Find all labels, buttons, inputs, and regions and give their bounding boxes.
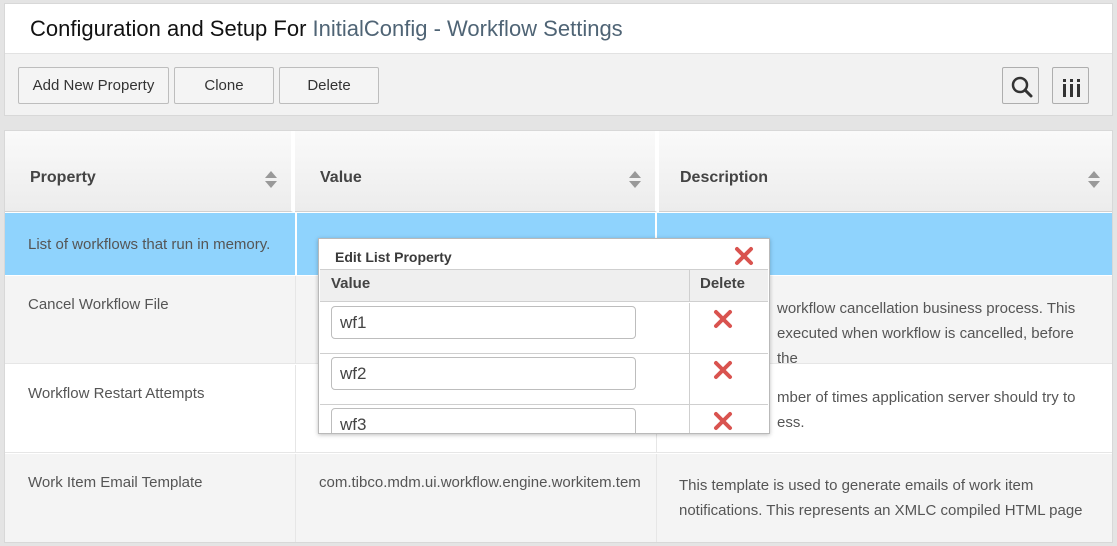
- page-title: Configuration and Setup For InitialConfi…: [30, 16, 623, 42]
- sort-icon[interactable]: [1088, 171, 1100, 188]
- sort-icon[interactable]: [629, 171, 641, 188]
- sort-icon[interactable]: [265, 171, 277, 188]
- column-header-label: Value: [320, 169, 362, 186]
- list-value-input[interactable]: [331, 306, 636, 339]
- title-bar: Configuration and Setup For InitialConfi…: [5, 4, 1112, 54]
- list-item: [320, 354, 768, 405]
- columns-icon: [1063, 79, 1080, 97]
- close-icon[interactable]: [734, 246, 754, 266]
- value-cell[interactable]: com.tibco.mdm.ui.workflow.engine.workite…: [295, 454, 657, 542]
- property-cell: Work Item Email Template: [28, 474, 203, 491]
- delete-icon[interactable]: [713, 360, 733, 380]
- list-value-cell: [320, 354, 690, 404]
- list-item: [320, 303, 768, 354]
- list-item: [320, 405, 768, 433]
- column-header-label: Property: [30, 169, 96, 186]
- property-cell: Workflow Restart Attempts: [28, 385, 205, 402]
- add-new-property-button[interactable]: Add New Property: [18, 67, 169, 104]
- search-icon: [1011, 76, 1033, 98]
- page-title-name: InitialConfig - Workflow Settings: [312, 16, 623, 41]
- value-column-header: Value: [320, 270, 690, 302]
- clone-button[interactable]: Clone: [174, 67, 274, 104]
- list-value-input[interactable]: [331, 357, 636, 390]
- header-panel: Configuration and Setup For InitialConfi…: [4, 3, 1113, 116]
- delete-column-header: Delete: [690, 270, 768, 302]
- column-header-value[interactable]: Value: [295, 131, 657, 212]
- dialog-title: Edit List Property: [335, 249, 452, 265]
- delete-icon[interactable]: [713, 411, 733, 431]
- list-value-cell: [320, 303, 690, 353]
- list-value-cell: [320, 405, 690, 433]
- column-header-label: Description: [680, 169, 769, 186]
- column-header-description[interactable]: Description: [659, 131, 1112, 212]
- edit-list-property-dialog: Edit List Property Value Delete: [318, 238, 770, 434]
- property-cell: Cancel Workflow File: [28, 296, 169, 313]
- columns-button[interactable]: [1052, 67, 1089, 104]
- list-values-table: Value Delete: [320, 269, 768, 433]
- list-value-input[interactable]: [331, 408, 636, 433]
- delete-icon[interactable]: [713, 309, 733, 329]
- search-button[interactable]: [1002, 67, 1039, 104]
- description-cell: This template is used to generate emails…: [679, 477, 1083, 519]
- property-cell: List of workflows that run in memory.: [28, 236, 271, 253]
- column-header-property[interactable]: Property: [5, 131, 293, 212]
- delete-button[interactable]: Delete: [279, 67, 379, 104]
- table-row[interactable]: Work Item Email Template com.tibco.mdm.u…: [5, 454, 1112, 542]
- page-title-prefix: Configuration and Setup For: [30, 16, 313, 41]
